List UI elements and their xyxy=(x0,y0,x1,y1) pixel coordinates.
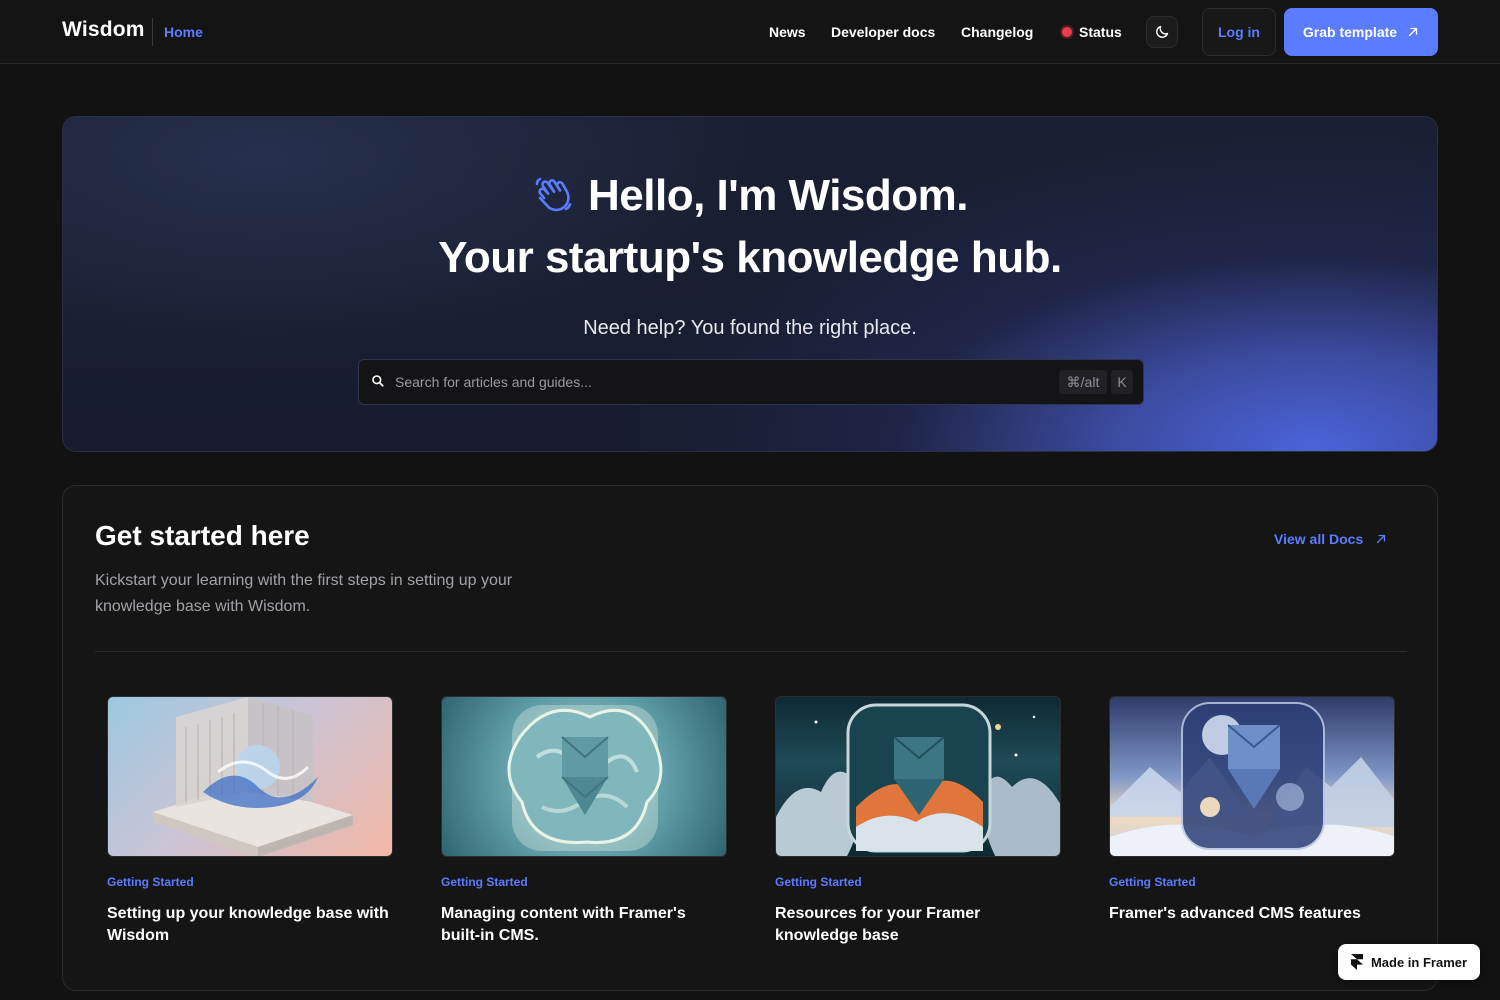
card-category: Getting Started xyxy=(107,875,194,889)
nav-link-changelog[interactable]: Changelog xyxy=(961,24,1033,40)
status-indicator-dot xyxy=(1062,27,1072,37)
card-thumbnail xyxy=(107,696,393,857)
view-all-docs-label: View all Docs xyxy=(1274,531,1364,547)
nav-home-link[interactable]: Home xyxy=(164,24,203,40)
card-title: Setting up your knowledge base with Wisd… xyxy=(107,905,389,944)
made-in-framer-badge[interactable]: Made in Framer xyxy=(1338,944,1480,980)
card-title: Resources for your Framer knowledge base xyxy=(775,905,981,944)
hero-title-row: Hello, I'm Wisdom. xyxy=(63,171,1437,221)
search-input[interactable] xyxy=(395,360,1015,404)
nav-link-status[interactable]: Status xyxy=(1079,24,1122,40)
doc-card[interactable]: Getting Started Setting up your knowledg… xyxy=(107,696,393,947)
shortcut-key: K xyxy=(1111,370,1133,394)
theme-toggle-button[interactable] xyxy=(1146,16,1178,48)
section-description: Kickstart your learning with the first s… xyxy=(95,572,513,615)
card-thumbnail xyxy=(775,696,1061,857)
hero-subtitle: Your startup's knowledge hub. xyxy=(438,233,1062,282)
brand-divider xyxy=(152,18,153,46)
framer-logo-icon xyxy=(1350,954,1363,970)
doc-card[interactable]: Getting Started Framer's advanced CMS fe… xyxy=(1109,696,1395,925)
waving-hand-icon xyxy=(532,174,576,218)
moon-icon xyxy=(1154,24,1170,40)
card-category: Getting Started xyxy=(1109,875,1196,889)
card-thumbnail xyxy=(441,696,727,857)
top-nav: Wisdom Home News Developer docs Changelo… xyxy=(0,0,1500,64)
card-title: Framer's advanced CMS features xyxy=(1109,905,1361,922)
get-started-section: Get started here Kickstart your learning… xyxy=(62,485,1438,991)
login-button[interactable]: Log in xyxy=(1202,8,1276,56)
badge-label: Made in Framer xyxy=(1370,954,1468,970)
shortcut-modifier-key: ⌘/alt xyxy=(1059,370,1107,394)
card-category: Getting Started xyxy=(775,875,862,889)
doc-card[interactable]: Getting Started Resources for your Frame… xyxy=(775,696,1061,947)
section-divider xyxy=(95,651,1407,652)
arrow-up-right-icon xyxy=(1407,26,1419,38)
grab-template-label: Grab template xyxy=(1302,24,1398,40)
doc-card[interactable]: Getting Started Managing content with Fr… xyxy=(441,696,727,947)
grab-template-button[interactable]: Grab template xyxy=(1284,8,1438,56)
brand-logo[interactable]: Wisdom xyxy=(62,18,145,42)
section-title: Get started here xyxy=(95,520,310,551)
card-title: Managing content with Framer's built-in … xyxy=(441,905,686,944)
hero-title: Hello, I'm Wisdom. xyxy=(588,171,969,220)
arrow-up-right-icon xyxy=(1375,533,1387,545)
search-bar[interactable]: ⌘/alt K xyxy=(358,359,1144,405)
hero-help-text: Need help? You found the right place. xyxy=(583,317,917,339)
nav-link-developer-docs[interactable]: Developer docs xyxy=(831,24,935,40)
hero-banner: Hello, I'm Wisdom. Your startup's knowle… xyxy=(62,116,1438,452)
card-category: Getting Started xyxy=(441,875,528,889)
search-icon xyxy=(371,374,387,390)
nav-link-news[interactable]: News xyxy=(769,24,806,40)
card-thumbnail xyxy=(1109,696,1395,857)
view-all-docs-link[interactable]: View all Docs xyxy=(1274,531,1387,547)
